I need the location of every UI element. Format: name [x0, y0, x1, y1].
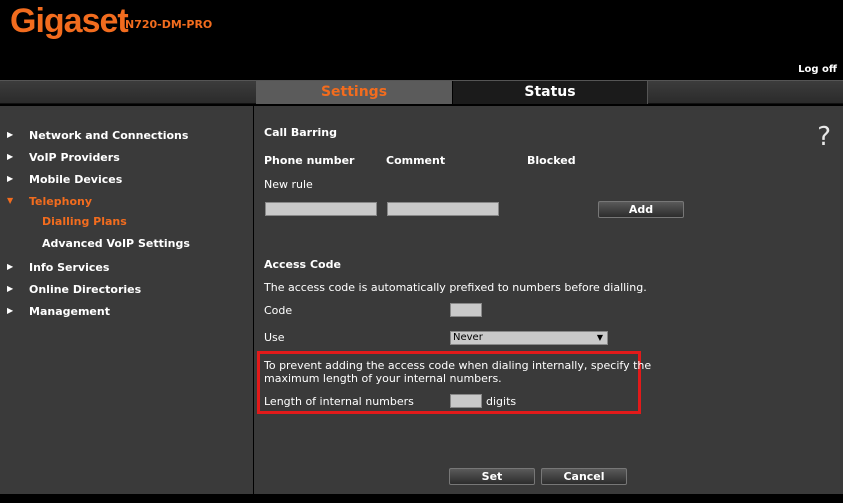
sidebar-item-label: VoIP Providers [29, 151, 120, 164]
sidebar-item-label: Online Directories [29, 283, 142, 296]
chevron-down-icon: ▼ [7, 196, 14, 205]
gigaset-logo: Gigaset [10, 2, 129, 40]
tab-bar: Settings Status [0, 80, 843, 104]
sidebar-item-info-services[interactable]: ▶ Info Services [0, 258, 253, 280]
sidebar-item-online-directories[interactable]: ▶ Online Directories [0, 280, 253, 302]
chevron-right-icon: ▶ [7, 284, 14, 293]
new-rule-label: New rule [264, 178, 313, 191]
header: Gigaset N720-DM-PRO Log off [0, 0, 843, 78]
sidebar-subitem-dialling-plans[interactable]: Dialling Plans [42, 215, 127, 228]
set-button[interactable]: Set [449, 468, 535, 485]
sidebar-item-label: Info Services [29, 261, 110, 274]
chevron-right-icon: ▶ [7, 130, 14, 139]
chevron-right-icon: ▶ [7, 306, 14, 315]
comment-input[interactable] [387, 202, 499, 216]
use-select[interactable]: Never ▼ [450, 331, 608, 345]
chevron-right-icon: ▶ [7, 152, 14, 161]
sidebar-item-voip-providers[interactable]: ▶ VoIP Providers [0, 148, 253, 170]
help-icon[interactable]: ? [817, 122, 831, 152]
use-select-value: Never [453, 332, 483, 343]
access-code-description: The access code is automatically prefixe… [264, 281, 647, 294]
digits-label: digits [486, 395, 517, 408]
internal-note-line-1: To prevent adding the access code when d… [264, 359, 652, 372]
use-label: Use [264, 331, 285, 344]
sidebar-item-telephony[interactable]: ▼ Telephony [0, 192, 253, 214]
chevron-right-icon: ▶ [7, 262, 14, 271]
code-label: Code [264, 304, 293, 317]
phone-number-input[interactable] [265, 202, 377, 216]
sidebar-subitem-advanced-voip[interactable]: Advanced VoIP Settings [42, 237, 190, 250]
add-button[interactable]: Add [598, 201, 684, 218]
tab-settings[interactable]: Settings [256, 81, 452, 104]
chevron-right-icon: ▶ [7, 174, 14, 183]
sidebar-item-mobile-devices[interactable]: ▶ Mobile Devices [0, 170, 253, 192]
column-header-phone: Phone number [264, 154, 355, 167]
main-content: ? Call Barring Phone number Comment Bloc… [254, 106, 843, 494]
column-header-comment: Comment [386, 154, 446, 167]
length-input[interactable] [450, 394, 482, 408]
sidebar-item-management[interactable]: ▶ Management [0, 302, 253, 324]
model-name: N720-DM-PRO [125, 18, 213, 31]
length-label: Length of internal numbers [264, 395, 414, 408]
sidebar-item-label: Management [29, 305, 110, 318]
sidebar-item-label: Telephony [29, 195, 92, 208]
sidebar-item-label: Network and Connections [29, 129, 189, 142]
access-code-title: Access Code [264, 258, 341, 271]
sidebar: ▶ Network and Connections ▶ VoIP Provide… [0, 106, 253, 494]
dropdown-arrow-icon: ▼ [596, 333, 603, 342]
internal-note-line-2: maximum length of your internal numbers. [264, 372, 502, 385]
sidebar-item-network[interactable]: ▶ Network and Connections [0, 126, 253, 148]
code-input[interactable] [450, 303, 482, 317]
footer-bar [0, 494, 843, 503]
sidebar-item-label: Mobile Devices [29, 173, 123, 186]
cancel-button[interactable]: Cancel [541, 468, 627, 485]
tab-status[interactable]: Status [452, 81, 648, 104]
call-barring-title: Call Barring [264, 126, 337, 139]
log-off-link[interactable]: Log off [798, 64, 837, 75]
column-header-blocked: Blocked [527, 154, 576, 167]
